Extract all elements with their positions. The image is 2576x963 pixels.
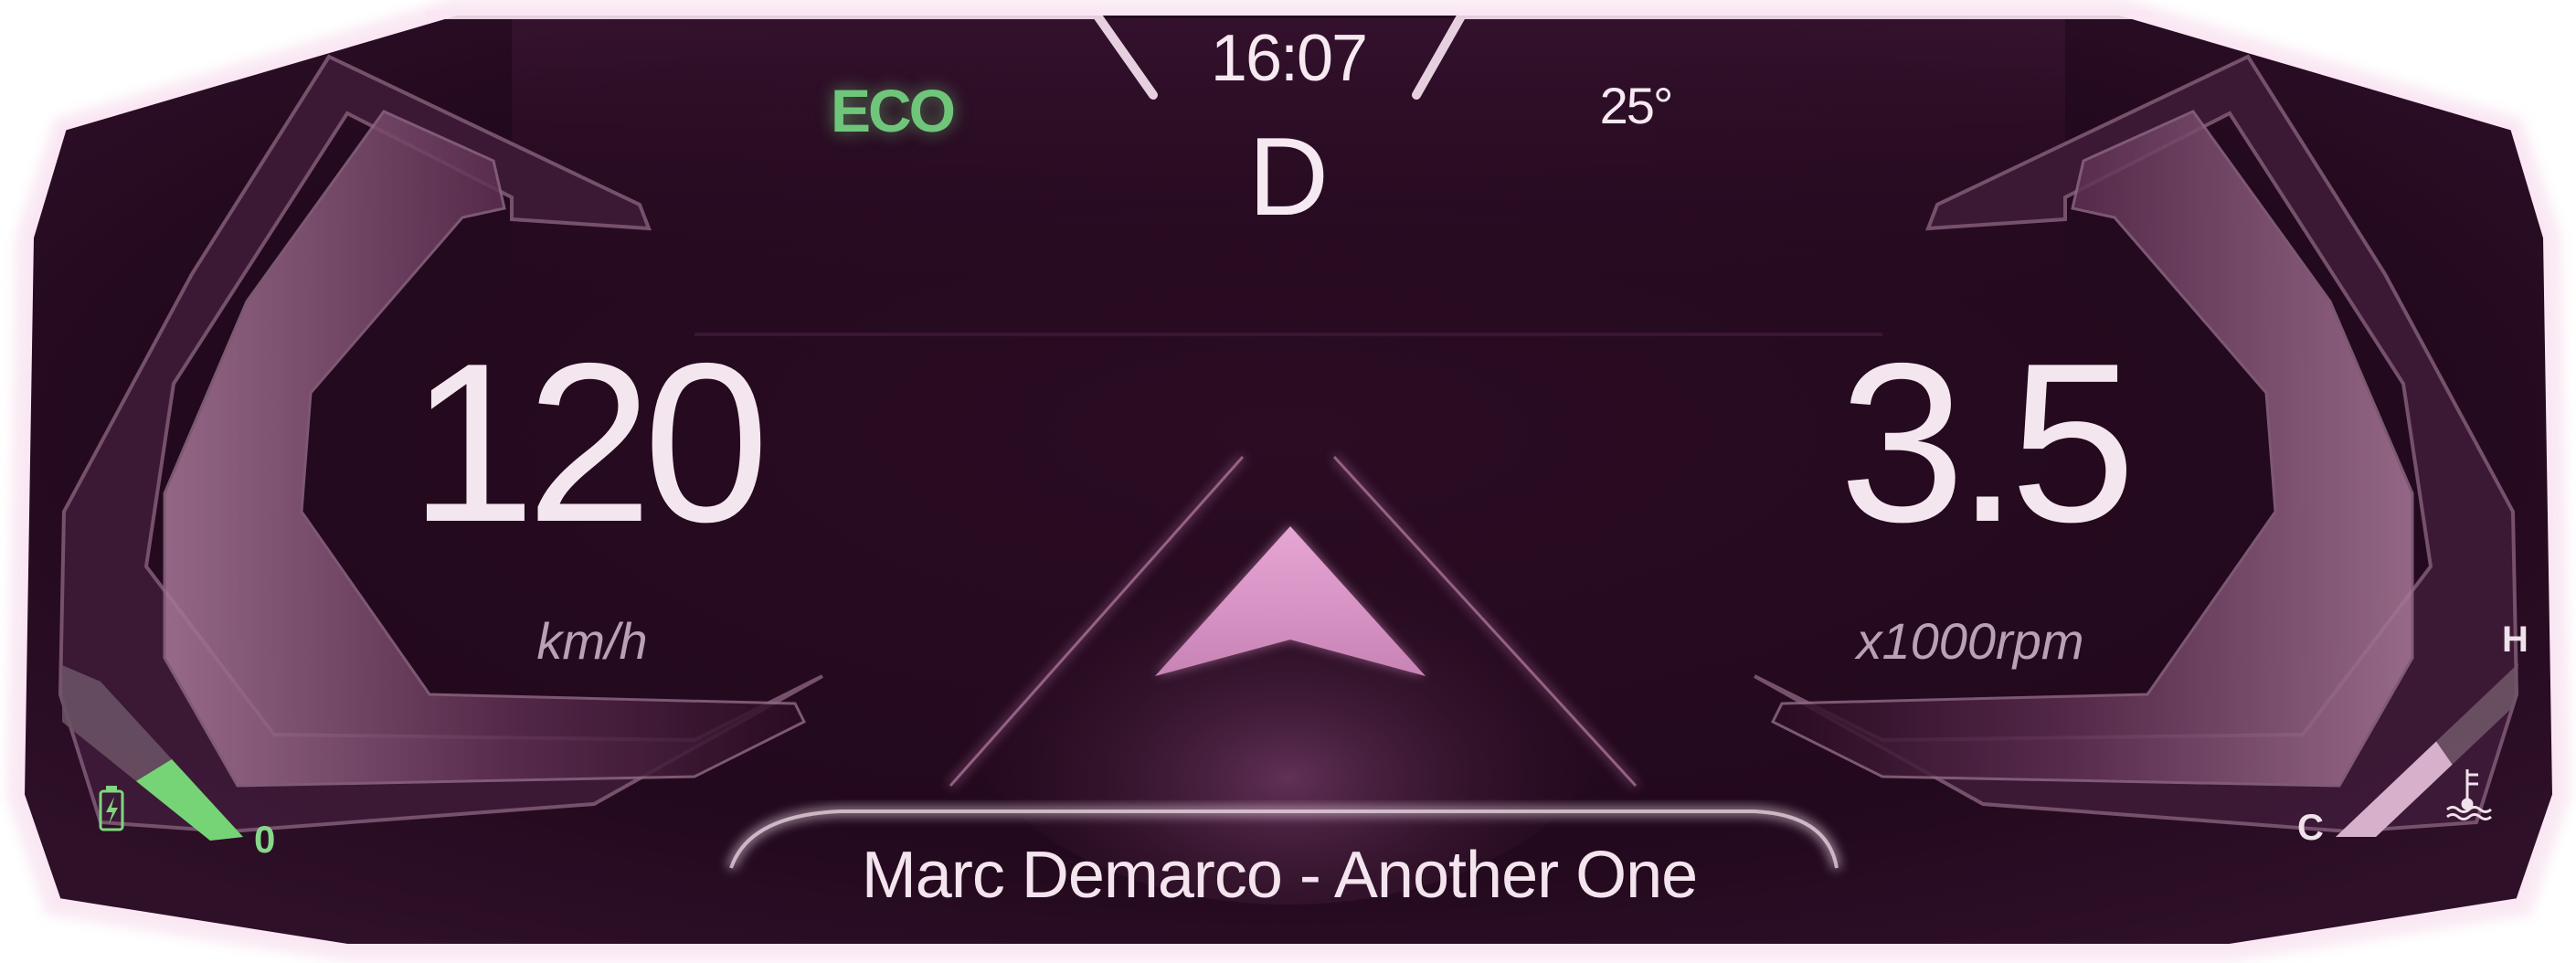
coolant-high-label: H bbox=[2502, 619, 2528, 660]
now-playing[interactable]: Marc Demarco - Another One bbox=[862, 842, 1698, 908]
speed-value: 120 bbox=[409, 315, 769, 569]
rpm-unit: x1000rpm bbox=[1856, 612, 2084, 670]
gear-indicator: D bbox=[1247, 114, 1330, 238]
clock: 16:07 bbox=[1210, 22, 1368, 95]
outside-temperature: 25° bbox=[1599, 77, 1674, 134]
speed-unit: km/h bbox=[536, 612, 648, 670]
coolant-low-label: C bbox=[2297, 808, 2324, 848]
battery-value-label: 0 bbox=[254, 818, 276, 861]
rpm-value: 3.5 bbox=[1839, 315, 2136, 569]
instrument-cluster: 16:07 D ECO 25° 120 km/h 3.5 x1000rpm Ma… bbox=[0, 0, 2576, 963]
drive-mode-badge: ECO bbox=[830, 77, 956, 144]
